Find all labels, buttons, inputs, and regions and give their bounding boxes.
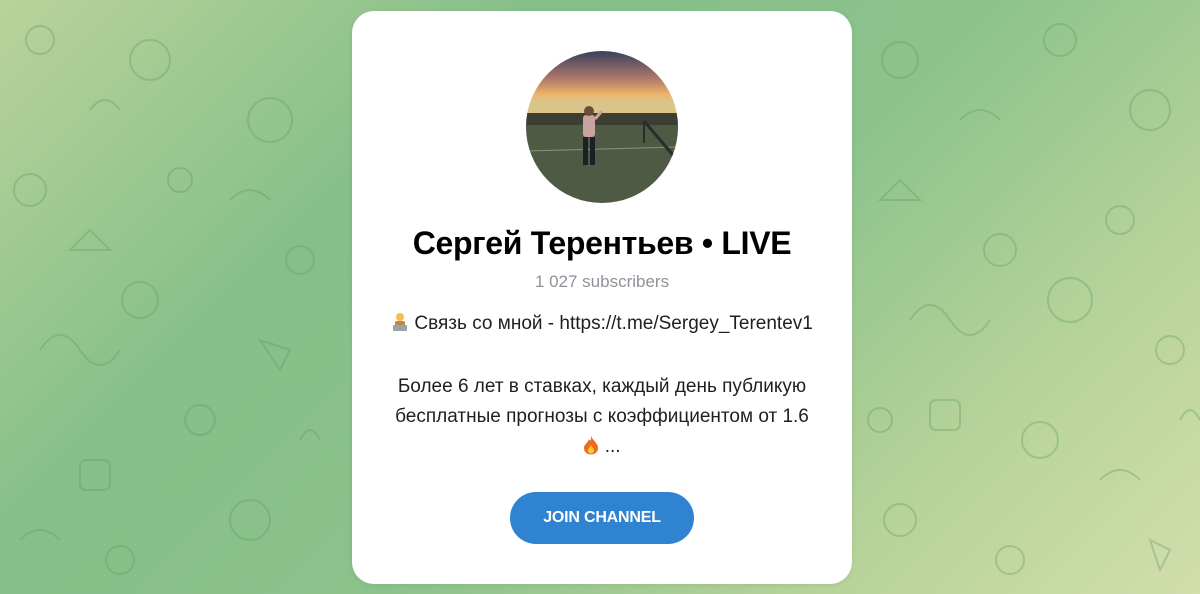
contact-line: Связь со мной - https://t.me/Sergey_Tere…: [372, 309, 832, 342]
contact-text: Связь со мной - https://t.me/Sergey_Tere…: [414, 313, 813, 334]
laptop-person-icon: [391, 312, 409, 342]
channel-description: Связь со мной - https://t.me/Sergey_Tere…: [372, 309, 832, 465]
ellipsis: ...: [604, 436, 621, 457]
description-line-1: Более 6 лет в ставках, каждый день публи…: [397, 376, 807, 397]
join-channel-button[interactable]: JOIN CHANNEL: [510, 492, 694, 544]
subscriber-count: 1 027 subscribers: [534, 272, 670, 291]
fire-icon: [583, 435, 599, 465]
description-line-2: бесплатные прогнозы с коэффициентом от 1…: [395, 406, 809, 427]
channel-title: Сергей Терентьев • LIVE: [412, 225, 792, 261]
channel-avatar: [526, 51, 678, 203]
description-line-3: ...: [372, 432, 832, 465]
channel-card: Сергей Терентьев • LIVE 1 027 subscriber…: [352, 11, 852, 584]
